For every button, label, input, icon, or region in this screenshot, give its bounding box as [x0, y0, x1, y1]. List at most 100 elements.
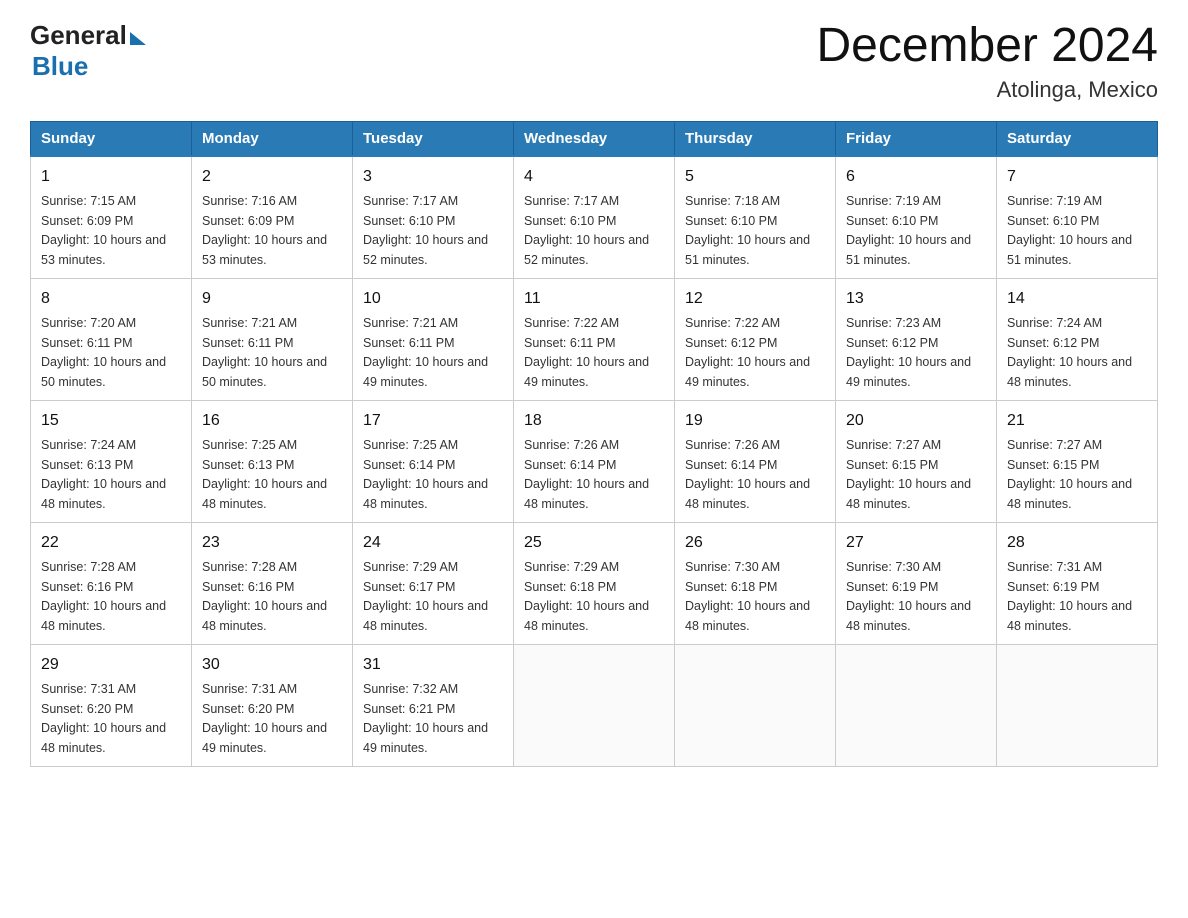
day-number: 29: [41, 653, 181, 677]
day-info: Sunrise: 7:18 AMSunset: 6:10 PMDaylight:…: [685, 194, 810, 267]
day-info: Sunrise: 7:17 AMSunset: 6:10 PMDaylight:…: [363, 194, 488, 267]
day-number: 6: [846, 165, 986, 189]
day-number: 24: [363, 531, 503, 555]
calendar-cell: 22 Sunrise: 7:28 AMSunset: 6:16 PMDaylig…: [31, 522, 192, 644]
day-number: 15: [41, 409, 181, 433]
day-info: Sunrise: 7:28 AMSunset: 6:16 PMDaylight:…: [202, 560, 327, 633]
day-number: 25: [524, 531, 664, 555]
day-info: Sunrise: 7:23 AMSunset: 6:12 PMDaylight:…: [846, 316, 971, 389]
day-info: Sunrise: 7:29 AMSunset: 6:18 PMDaylight:…: [524, 560, 649, 633]
day-info: Sunrise: 7:30 AMSunset: 6:19 PMDaylight:…: [846, 560, 971, 633]
col-thursday: Thursday: [675, 121, 836, 156]
calendar-cell: 6 Sunrise: 7:19 AMSunset: 6:10 PMDayligh…: [836, 156, 997, 279]
day-number: 11: [524, 287, 664, 311]
month-year-heading: December 2024: [816, 20, 1158, 73]
day-info: Sunrise: 7:26 AMSunset: 6:14 PMDaylight:…: [685, 438, 810, 511]
day-number: 26: [685, 531, 825, 555]
day-number: 14: [1007, 287, 1147, 311]
day-number: 2: [202, 165, 342, 189]
day-number: 30: [202, 653, 342, 677]
calendar-week-row: 22 Sunrise: 7:28 AMSunset: 6:16 PMDaylig…: [31, 522, 1158, 644]
day-info: Sunrise: 7:31 AMSunset: 6:20 PMDaylight:…: [41, 682, 166, 755]
calendar-cell: [836, 644, 997, 766]
col-monday: Monday: [192, 121, 353, 156]
day-number: 4: [524, 165, 664, 189]
day-number: 23: [202, 531, 342, 555]
calendar-cell: 11 Sunrise: 7:22 AMSunset: 6:11 PMDaylig…: [514, 278, 675, 400]
day-number: 18: [524, 409, 664, 433]
calendar-cell: [997, 644, 1158, 766]
calendar-cell: 3 Sunrise: 7:17 AMSunset: 6:10 PMDayligh…: [353, 156, 514, 279]
calendar-cell: 7 Sunrise: 7:19 AMSunset: 6:10 PMDayligh…: [997, 156, 1158, 279]
logo-blue-text: Blue: [32, 51, 88, 82]
day-number: 13: [846, 287, 986, 311]
calendar-table: Sunday Monday Tuesday Wednesday Thursday…: [30, 121, 1158, 767]
calendar-cell: 13 Sunrise: 7:23 AMSunset: 6:12 PMDaylig…: [836, 278, 997, 400]
day-info: Sunrise: 7:26 AMSunset: 6:14 PMDaylight:…: [524, 438, 649, 511]
calendar-cell: 12 Sunrise: 7:22 AMSunset: 6:12 PMDaylig…: [675, 278, 836, 400]
calendar-cell: 15 Sunrise: 7:24 AMSunset: 6:13 PMDaylig…: [31, 400, 192, 522]
calendar-week-row: 1 Sunrise: 7:15 AMSunset: 6:09 PMDayligh…: [31, 156, 1158, 279]
day-info: Sunrise: 7:19 AMSunset: 6:10 PMDaylight:…: [846, 194, 971, 267]
day-number: 31: [363, 653, 503, 677]
day-number: 10: [363, 287, 503, 311]
day-number: 21: [1007, 409, 1147, 433]
day-number: 8: [41, 287, 181, 311]
calendar-cell: 9 Sunrise: 7:21 AMSunset: 6:11 PMDayligh…: [192, 278, 353, 400]
calendar-cell: 17 Sunrise: 7:25 AMSunset: 6:14 PMDaylig…: [353, 400, 514, 522]
day-info: Sunrise: 7:21 AMSunset: 6:11 PMDaylight:…: [363, 316, 488, 389]
day-number: 28: [1007, 531, 1147, 555]
calendar-cell: 2 Sunrise: 7:16 AMSunset: 6:09 PMDayligh…: [192, 156, 353, 279]
day-number: 9: [202, 287, 342, 311]
calendar-cell: 23 Sunrise: 7:28 AMSunset: 6:16 PMDaylig…: [192, 522, 353, 644]
day-number: 12: [685, 287, 825, 311]
calendar-cell: 27 Sunrise: 7:30 AMSunset: 6:19 PMDaylig…: [836, 522, 997, 644]
col-friday: Friday: [836, 121, 997, 156]
day-info: Sunrise: 7:27 AMSunset: 6:15 PMDaylight:…: [846, 438, 971, 511]
calendar-cell: 20 Sunrise: 7:27 AMSunset: 6:15 PMDaylig…: [836, 400, 997, 522]
logo-row: General: [30, 20, 146, 51]
calendar-cell: 25 Sunrise: 7:29 AMSunset: 6:18 PMDaylig…: [514, 522, 675, 644]
calendar-week-row: 29 Sunrise: 7:31 AMSunset: 6:20 PMDaylig…: [31, 644, 1158, 766]
day-number: 22: [41, 531, 181, 555]
day-number: 1: [41, 165, 181, 189]
location-subheading: Atolinga, Mexico: [816, 77, 1158, 103]
calendar-cell: 26 Sunrise: 7:30 AMSunset: 6:18 PMDaylig…: [675, 522, 836, 644]
logo-general-text: General: [30, 20, 127, 51]
day-info: Sunrise: 7:31 AMSunset: 6:19 PMDaylight:…: [1007, 560, 1132, 633]
day-info: Sunrise: 7:27 AMSunset: 6:15 PMDaylight:…: [1007, 438, 1132, 511]
calendar-cell: 16 Sunrise: 7:25 AMSunset: 6:13 PMDaylig…: [192, 400, 353, 522]
col-sunday: Sunday: [31, 121, 192, 156]
logo: General Blue: [30, 20, 146, 82]
calendar-week-row: 8 Sunrise: 7:20 AMSunset: 6:11 PMDayligh…: [31, 278, 1158, 400]
calendar-cell: 24 Sunrise: 7:29 AMSunset: 6:17 PMDaylig…: [353, 522, 514, 644]
day-info: Sunrise: 7:19 AMSunset: 6:10 PMDaylight:…: [1007, 194, 1132, 267]
logo-arrow-icon: [130, 32, 146, 45]
day-info: Sunrise: 7:25 AMSunset: 6:14 PMDaylight:…: [363, 438, 488, 511]
calendar-cell: 29 Sunrise: 7:31 AMSunset: 6:20 PMDaylig…: [31, 644, 192, 766]
day-number: 17: [363, 409, 503, 433]
calendar-cell: 4 Sunrise: 7:17 AMSunset: 6:10 PMDayligh…: [514, 156, 675, 279]
day-number: 27: [846, 531, 986, 555]
calendar-header-row: Sunday Monday Tuesday Wednesday Thursday…: [31, 121, 1158, 156]
col-wednesday: Wednesday: [514, 121, 675, 156]
calendar-cell: 30 Sunrise: 7:31 AMSunset: 6:20 PMDaylig…: [192, 644, 353, 766]
day-info: Sunrise: 7:32 AMSunset: 6:21 PMDaylight:…: [363, 682, 488, 755]
day-number: 7: [1007, 165, 1147, 189]
calendar-cell: 5 Sunrise: 7:18 AMSunset: 6:10 PMDayligh…: [675, 156, 836, 279]
day-info: Sunrise: 7:15 AMSunset: 6:09 PMDaylight:…: [41, 194, 166, 267]
day-number: 5: [685, 165, 825, 189]
calendar-week-row: 15 Sunrise: 7:24 AMSunset: 6:13 PMDaylig…: [31, 400, 1158, 522]
calendar-cell: [514, 644, 675, 766]
day-number: 19: [685, 409, 825, 433]
day-info: Sunrise: 7:29 AMSunset: 6:17 PMDaylight:…: [363, 560, 488, 633]
page-header: General Blue December 2024 Atolinga, Mex…: [30, 20, 1158, 103]
calendar-cell: 31 Sunrise: 7:32 AMSunset: 6:21 PMDaylig…: [353, 644, 514, 766]
day-number: 16: [202, 409, 342, 433]
col-saturday: Saturday: [997, 121, 1158, 156]
calendar-cell: 19 Sunrise: 7:26 AMSunset: 6:14 PMDaylig…: [675, 400, 836, 522]
day-info: Sunrise: 7:21 AMSunset: 6:11 PMDaylight:…: [202, 316, 327, 389]
calendar-cell: [675, 644, 836, 766]
day-info: Sunrise: 7:17 AMSunset: 6:10 PMDaylight:…: [524, 194, 649, 267]
day-info: Sunrise: 7:20 AMSunset: 6:11 PMDaylight:…: [41, 316, 166, 389]
